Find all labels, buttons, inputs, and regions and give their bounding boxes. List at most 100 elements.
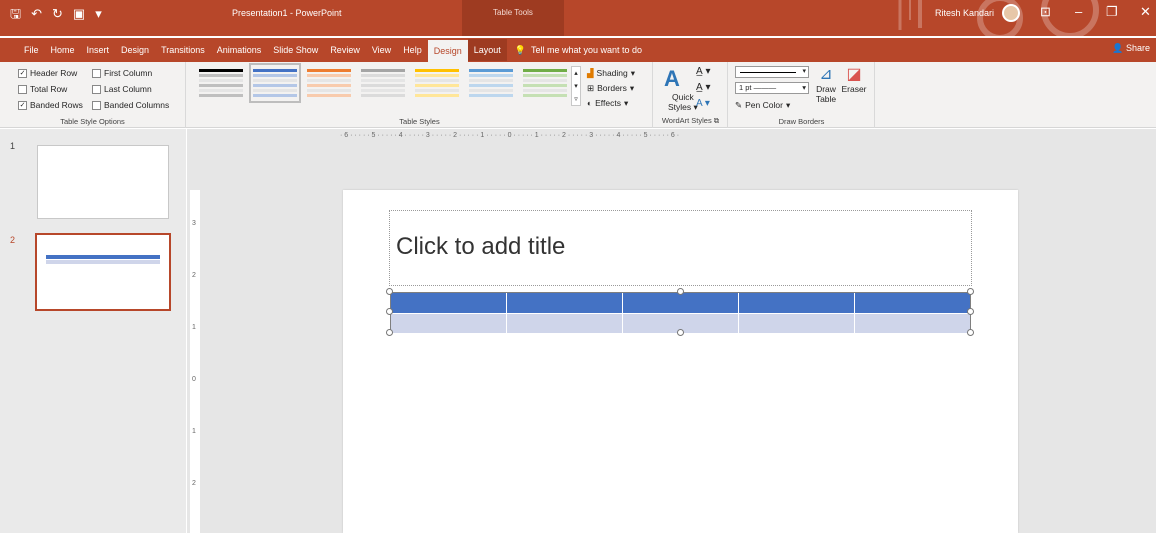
- option-header-row[interactable]: ✓ Header Row: [18, 66, 77, 80]
- shading-button[interactable]: ▟ Shading ▾: [587, 66, 635, 80]
- pen-icon: ✎: [735, 99, 743, 110]
- resize-handle[interactable]: [386, 308, 393, 315]
- swatch-line: [361, 74, 405, 77]
- option-total-row[interactable]: Total Row: [18, 82, 67, 96]
- slide-thumbnail-1[interactable]: [37, 145, 169, 219]
- tab-table-design[interactable]: Design: [427, 40, 468, 62]
- swatch-line: [469, 74, 513, 77]
- slide-table[interactable]: [390, 292, 971, 333]
- quick-styles-button[interactable]: Quick Styles ▾: [668, 92, 698, 112]
- swatch-line: [199, 94, 243, 97]
- table-style-swatch[interactable]: [249, 63, 301, 103]
- table-style-swatch[interactable]: [469, 67, 513, 99]
- resize-handle[interactable]: [386, 288, 393, 295]
- tab-table-layout[interactable]: Layout: [467, 39, 507, 61]
- table-cell[interactable]: [855, 314, 970, 333]
- redo-icon[interactable]: ↻: [52, 6, 63, 22]
- tell-me-box[interactable]: 💡 Tell me what you want to do: [515, 45, 642, 56]
- effects-button[interactable]: ◐ Effects ▾: [587, 96, 628, 110]
- checkbox-first-column[interactable]: [92, 68, 101, 78]
- swatch-line: [415, 84, 459, 87]
- checkbox-banded-rows[interactable]: ✓: [18, 100, 27, 110]
- tab-slide-show[interactable]: Slide Show: [267, 39, 324, 61]
- swatch-line: [523, 79, 567, 82]
- group-draw-borders: ▾ 1 pt ——— ▾ ✎ Pen Color ▾ ⊿ Draw Table ◪ E…: [729, 62, 875, 128]
- customize-qat-icon[interactable]: ▾: [95, 6, 102, 22]
- swatch-line: [415, 79, 459, 82]
- table-style-swatch[interactable]: [523, 67, 567, 99]
- tab-animations[interactable]: Animations: [211, 39, 268, 61]
- table-style-swatch[interactable]: [415, 67, 459, 99]
- slide-thumbnail-2[interactable]: [35, 233, 171, 311]
- resize-handle[interactable]: [677, 288, 684, 295]
- share-button[interactable]: 👤 Share: [1112, 43, 1150, 54]
- tab-transitions[interactable]: Transitions: [155, 39, 211, 61]
- table-cell[interactable]: [855, 293, 970, 313]
- tab-file[interactable]: File: [0, 39, 45, 61]
- table-style-swatch[interactable]: [199, 67, 243, 99]
- table-cell[interactable]: [391, 314, 507, 333]
- checkbox-banded-columns[interactable]: [92, 100, 101, 110]
- checkbox-header-row[interactable]: ✓: [18, 68, 27, 78]
- table-cell[interactable]: [507, 293, 623, 313]
- resize-handle[interactable]: [967, 308, 974, 315]
- restore-icon[interactable]: ❐: [1106, 4, 1118, 20]
- chevron-down-icon: ▾: [802, 83, 806, 92]
- table-cell[interactable]: [739, 314, 855, 333]
- close-icon[interactable]: ✕: [1140, 4, 1151, 20]
- vruler-2b: 2: [192, 480, 196, 487]
- borders-button[interactable]: ⊞ Borders ▾: [587, 81, 634, 95]
- text-fill-icon[interactable]: A̲ ▾: [696, 66, 710, 77]
- pen-weight-value: 1 pt: [739, 83, 752, 92]
- wordart-a-icon[interactable]: A: [664, 66, 680, 92]
- present-icon[interactable]: ▣: [73, 6, 85, 22]
- eraser-button[interactable]: ◪ Eraser: [839, 66, 869, 94]
- text-outline-icon[interactable]: A̲ ▾: [696, 82, 710, 93]
- title-placeholder[interactable]: Click to add title: [389, 210, 972, 286]
- undo-icon[interactable]: ↶: [31, 6, 42, 22]
- resize-handle[interactable]: [677, 329, 684, 336]
- minimize-icon[interactable]: –: [1075, 4, 1082, 19]
- option-banded-rows[interactable]: ✓ Banded Rows: [18, 98, 83, 112]
- option-first-column[interactable]: First Column: [92, 66, 152, 80]
- save-icon[interactable]: 🖫: [10, 6, 21, 22]
- tell-me-text: Tell me what you want to do: [530, 45, 643, 55]
- table-style-swatch[interactable]: [361, 67, 405, 99]
- paint-bucket-icon: ▟: [587, 67, 594, 78]
- group-table-style-options: ✓ Header Row First Column Total Row Last …: [0, 62, 186, 128]
- pen-style-dropdown[interactable]: ▾: [735, 66, 809, 78]
- horizontal-ruler: · 6 · · · · · 5 · · · · · 4 · · · · · 3 …: [340, 132, 680, 139]
- user-name[interactable]: Ritesh Kandari: [935, 8, 994, 18]
- swatch-line: [253, 74, 297, 77]
- label-total-row: Total Row: [30, 84, 68, 94]
- resize-handle[interactable]: [386, 329, 393, 336]
- option-banded-columns[interactable]: Banded Columns: [92, 98, 169, 112]
- resize-handle[interactable]: [967, 329, 974, 336]
- table-header-row[interactable]: [391, 293, 970, 313]
- checkbox-last-column[interactable]: [92, 84, 101, 94]
- group-label-wordart: WordArt Styles ⧉: [661, 116, 720, 125]
- option-last-column[interactable]: Last Column: [92, 82, 152, 96]
- tab-home[interactable]: Home: [45, 39, 81, 61]
- tab-help[interactable]: Help: [397, 39, 428, 61]
- vruler-0: 0: [192, 376, 196, 383]
- table-cell[interactable]: [623, 293, 739, 313]
- table-cell[interactable]: [739, 293, 855, 313]
- avatar[interactable]: [1002, 4, 1020, 22]
- ribbon-display-icon[interactable]: ⊡: [1040, 4, 1051, 20]
- pen-color-button[interactable]: ✎ Pen Color ▾: [735, 98, 790, 112]
- tab-review[interactable]: Review: [324, 39, 366, 61]
- gallery-scroll[interactable]: ▴ ▾ ▿: [571, 66, 581, 106]
- table-cell[interactable]: [507, 314, 623, 333]
- tab-design[interactable]: Design: [115, 39, 155, 61]
- draw-table-button[interactable]: ⊿ Draw Table: [813, 66, 839, 104]
- tab-insert[interactable]: Insert: [81, 39, 116, 61]
- tab-view[interactable]: View: [366, 39, 397, 61]
- chevron-down-icon: ▾: [630, 67, 636, 78]
- table-style-swatch[interactable]: [307, 67, 351, 99]
- checkbox-total-row[interactable]: [18, 84, 27, 94]
- pen-weight-dropdown[interactable]: 1 pt ——— ▾: [735, 82, 809, 94]
- text-effects-icon[interactable]: A ▾: [696, 98, 710, 109]
- table-cell[interactable]: [391, 293, 507, 313]
- resize-handle[interactable]: [967, 288, 974, 295]
